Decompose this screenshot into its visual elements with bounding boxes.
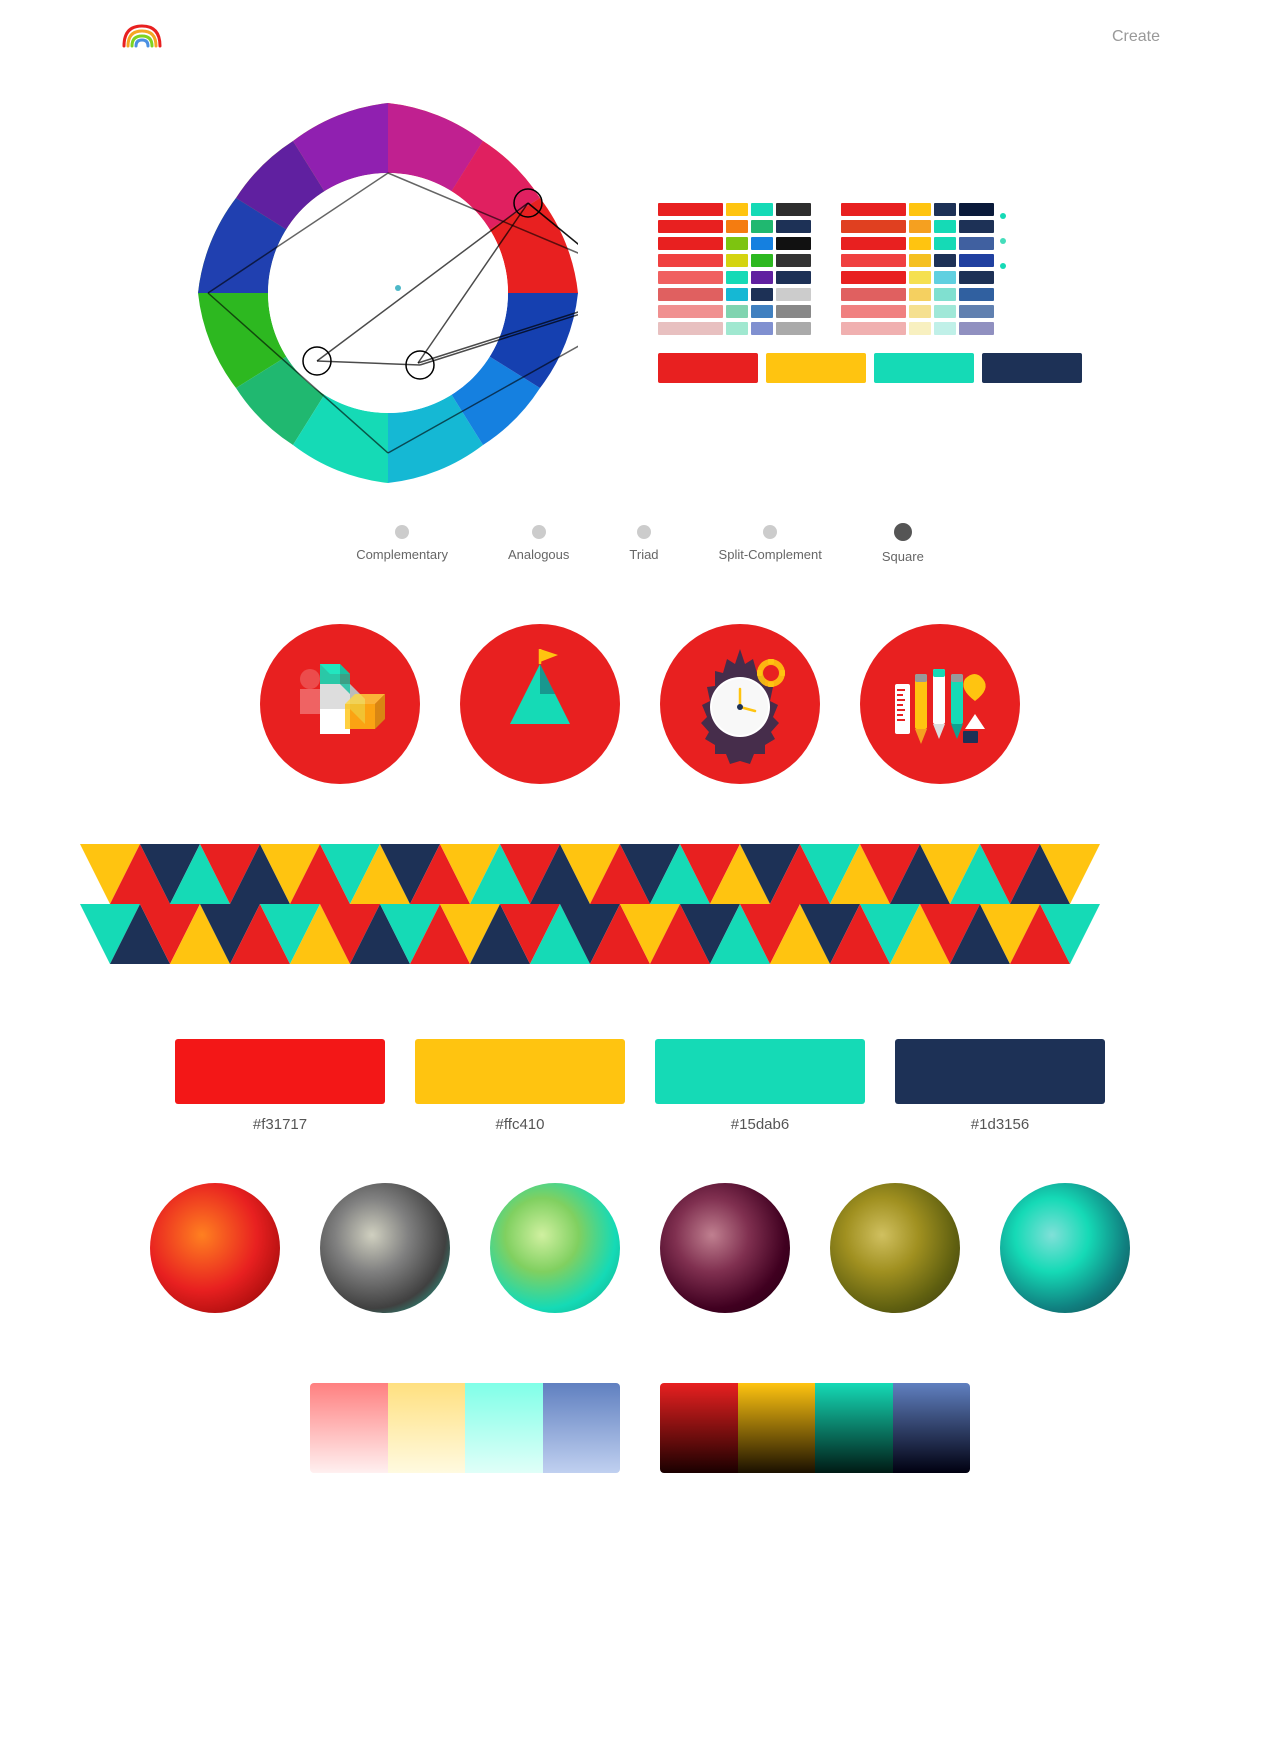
palette-swatches	[658, 203, 1082, 383]
logo-icon	[120, 18, 164, 50]
gradbar-light-4	[543, 1383, 621, 1473]
hex-yellow: #ffc410	[415, 1039, 625, 1133]
tab-complementary[interactable]: Complementary	[356, 525, 448, 562]
icon-blocks[interactable]	[260, 624, 420, 784]
gradient-circle-4	[660, 1183, 790, 1313]
swatch-yellow	[415, 1039, 625, 1104]
header: Create	[0, 0, 1280, 73]
triangle-pattern	[80, 844, 1100, 964]
wheel-section	[0, 73, 1280, 513]
gradbar-light-2	[388, 1383, 466, 1473]
gradient-circle-5	[830, 1183, 960, 1313]
hex-label-teal: #15dab6	[731, 1116, 789, 1133]
color-wheel-container[interactable]	[198, 103, 578, 483]
gradbar-light	[310, 1383, 620, 1473]
tab-square[interactable]: Square	[882, 523, 924, 564]
tab-dot-square	[894, 523, 912, 541]
hex-red: #f31717	[175, 1039, 385, 1133]
logo	[120, 18, 164, 55]
tab-label-split: Split-Complement	[719, 547, 822, 562]
mode-tabs: Complementary Analogous Triad Split-Comp…	[0, 513, 1280, 594]
hex-label-yellow: #ffc410	[496, 1116, 545, 1133]
tab-dot-complementary	[395, 525, 409, 539]
tab-triad[interactable]: Triad	[629, 525, 658, 562]
gradient-circle-6	[1000, 1183, 1130, 1313]
gradient-circle-1	[150, 1183, 280, 1313]
gradbar-light-1	[310, 1383, 388, 1473]
swatch-navy	[895, 1039, 1105, 1104]
hex-label-navy: #1d3156	[971, 1116, 1029, 1133]
hex-navy: #1d3156	[895, 1039, 1105, 1133]
tab-label-analogous: Analogous	[508, 547, 569, 562]
create-button[interactable]: Create	[1112, 28, 1160, 46]
color-wheel-svg	[198, 103, 578, 483]
tab-dot-split	[763, 525, 777, 539]
gradbar-dark-2	[738, 1383, 816, 1473]
tab-label-complementary: Complementary	[356, 547, 448, 562]
icon-mountain[interactable]	[460, 624, 620, 784]
swatch-red	[175, 1039, 385, 1104]
tab-dot-triad	[637, 525, 651, 539]
hex-teal: #15dab6	[655, 1039, 865, 1133]
gradbar-dark-3	[815, 1383, 893, 1473]
hex-label-red: #f31717	[253, 1116, 307, 1133]
icon-tools[interactable]	[860, 624, 1020, 784]
tab-analogous[interactable]: Analogous	[508, 525, 569, 562]
gradbar-dark-1	[660, 1383, 738, 1473]
icons-section	[0, 594, 1280, 814]
triangle-pattern-section	[0, 814, 1280, 999]
gradient-circle-2	[320, 1183, 450, 1313]
hex-section: #f31717 #ffc410 #15dab6 #1d3156	[0, 999, 1280, 1143]
tab-split-complement[interactable]: Split-Complement	[719, 525, 822, 562]
gradient-circles	[0, 1143, 1280, 1353]
gradient-bars	[0, 1353, 1280, 1533]
icon-clock[interactable]	[660, 624, 820, 784]
gradient-circle-3	[490, 1183, 620, 1313]
gradbar-dark-4	[893, 1383, 971, 1473]
gradbar-dark	[660, 1383, 970, 1473]
gradbar-light-3	[465, 1383, 543, 1473]
tab-dot-analogous	[532, 525, 546, 539]
tab-label-square: Square	[882, 549, 924, 564]
swatch-teal	[655, 1039, 865, 1104]
tab-label-triad: Triad	[629, 547, 658, 562]
